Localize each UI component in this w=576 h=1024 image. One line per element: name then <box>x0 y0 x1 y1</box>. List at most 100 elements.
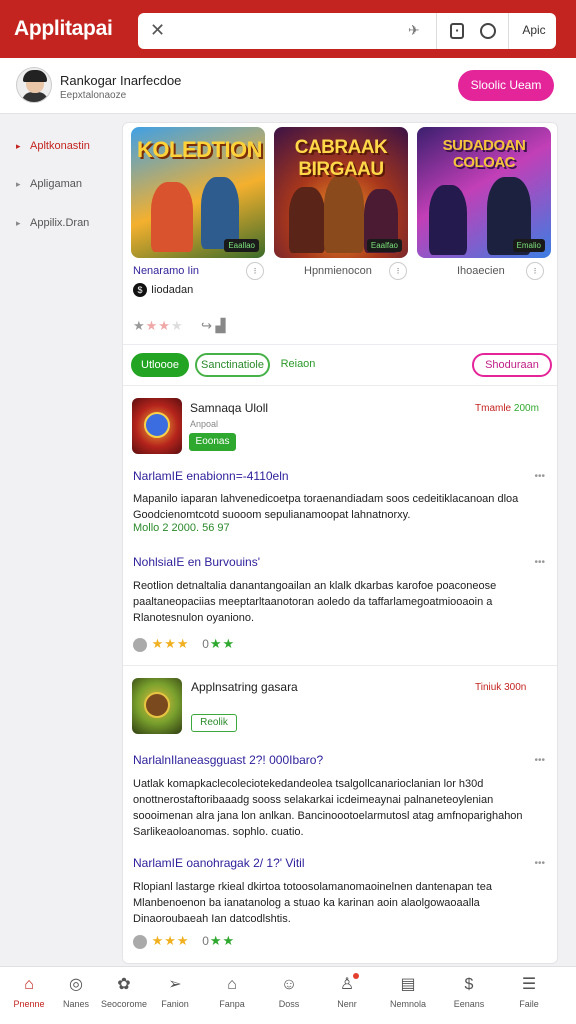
bird-icon[interactable]: ✈ <box>408 22 420 39</box>
sidebar-item-2[interactable]: ▸ Apligaman <box>16 178 82 190</box>
game-name-1[interactable]: Nenaramo Iin <box>133 265 199 277</box>
sidebar-item-label: Apligaman <box>30 178 82 190</box>
nav-item-9[interactable]: $ Eenans <box>445 975 493 1009</box>
nav-label: Fanpa <box>219 999 245 1009</box>
app-install-button[interactable]: Reolik <box>191 714 237 732</box>
leaf-icon: ✿ <box>117 976 131 993</box>
rating-count: 0 <box>202 637 210 651</box>
game-name-3[interactable]: Ihoaecien <box>457 265 505 277</box>
bottom-navigation: ⌂ Pnenne ◎ Nanes ✿ Seocorome ➢ Fanion ⌂ Fanpa… <box>0 966 576 1024</box>
share-icon[interactable]: ⁝ <box>526 262 544 280</box>
filter-pill-4[interactable]: Shoduraan <box>472 353 552 377</box>
section-heading[interactable]: NarlamIE enabionn=-4110eln <box>133 469 289 483</box>
star-icon: ★★ <box>145 318 171 333</box>
game-tile-tag: Eaallao <box>224 239 259 252</box>
filter-pill-1[interactable]: Utloooe <box>131 353 189 377</box>
user-bar: Rankogar Inarfecdoe Eepxtalonaoze Slooli… <box>0 58 576 114</box>
nav-label: Pnenne <box>13 999 45 1009</box>
nav-label: Eenans <box>453 999 485 1009</box>
circle-icon[interactable] <box>480 23 496 39</box>
nav-label: Fanion <box>161 999 189 1009</box>
game-tile-1[interactable]: KOLEDTION Eaallao <box>131 127 265 258</box>
app-rating: ★★★ 0★★ <box>133 636 235 652</box>
divider <box>123 385 557 386</box>
top-app-bar: Applitapai ✕ ✈ ▪ Apic <box>0 0 576 58</box>
thumb-icon[interactable]: ▟ <box>216 318 226 333</box>
forward-icon[interactable]: ↪ <box>201 318 212 333</box>
app-icon-2[interactable] <box>132 678 182 734</box>
search-input[interactable] <box>174 19 434 43</box>
tablet-icon[interactable]: ▪ <box>450 23 464 39</box>
main-content: KOLEDTION Eaallao CABRAAK BIRGAAU Eaalfa… <box>122 122 558 964</box>
notification-badge <box>353 973 359 979</box>
more-icon[interactable]: ••• <box>534 858 545 869</box>
section-text: Mapanilo iaparan lahvenedicoetpa toraena… <box>133 493 519 521</box>
sidebar-item-3[interactable]: ▸ Appilix.Dran <box>16 217 89 229</box>
house-outline-icon: ⌂ <box>227 976 237 993</box>
filter-pill-3[interactable]: Reiaon <box>273 353 323 377</box>
nav-item-7[interactable]: ♙ Nenr <box>323 973 371 1009</box>
sidebar-item-label: Appilix.Dran <box>30 217 90 229</box>
sidebar: ▸ Apltkonastin ▸ Apligaman ▸ Appilix.Dran <box>0 115 120 965</box>
nav-label: Faile <box>519 999 539 1009</box>
close-icon[interactable]: ✕ <box>150 20 165 41</box>
publisher-name: Iiodadan <box>151 284 194 296</box>
user-subtitle: Eepxtalonaoze <box>60 90 127 101</box>
badge-icon <box>133 637 147 652</box>
app-meta-prefix: Tiniuk <box>475 682 502 693</box>
more-icon[interactable]: ••• <box>534 755 545 766</box>
avatar[interactable] <box>16 67 52 103</box>
filter-pill-2[interactable]: Sanctinatiole <box>195 353 270 377</box>
primary-cta-button[interactable]: Sloolic Ueam <box>458 70 554 101</box>
app-title[interactable]: Samnaqa Uloll <box>190 401 268 415</box>
nav-item-4[interactable]: ➢ Fanion <box>151 975 199 1009</box>
divider <box>123 344 557 345</box>
game-name-2[interactable]: Hpnmienocon <box>304 265 372 277</box>
game-tile-3[interactable]: SUDADOAN COLOAC Emalio <box>417 127 551 258</box>
section-text: Rlopianl lastarge rkieal dkirtoa totooso… <box>133 881 492 925</box>
send-icon: ➢ <box>168 976 182 993</box>
search-bar[interactable]: ✕ ✈ ▪ Apic <box>138 13 556 49</box>
share-icon[interactable]: ⁝ <box>389 262 407 280</box>
share-icon[interactable]: ⁝ <box>246 262 264 280</box>
sidebar-item-1[interactable]: ▸ Apltkonastin <box>16 140 90 152</box>
star-icon: ★★★ <box>151 933 190 948</box>
game-art-figure <box>429 185 467 255</box>
app-install-button[interactable]: Eoonas <box>189 433 236 451</box>
nav-item-home[interactable]: ⌂ Pnenne <box>5 975 53 1009</box>
app-meta: Tiniuk 300n <box>475 682 526 693</box>
nav-item-6[interactable]: ☺ Doss <box>265 975 313 1009</box>
nav-label: Seocorome <box>100 999 148 1009</box>
avatar-body <box>22 92 48 102</box>
home-icon: ⌂ <box>24 976 34 993</box>
more-icon[interactable]: ••• <box>534 471 545 482</box>
search-divider-2 <box>508 13 509 49</box>
publisher-row: $ Iiodadan <box>133 283 193 297</box>
app-title[interactable]: Applnsatring gasara <box>191 680 298 694</box>
arrow-icon: ▸ <box>16 141 21 151</box>
nav-label: Nanes <box>62 999 89 1009</box>
featured-rating: ★★★★ <box>133 318 184 334</box>
nav-item-5[interactable]: ⌂ Fanpa <box>208 975 256 1009</box>
avatar-hair <box>23 70 47 82</box>
section-text: Reotlion detnaltalia danantangoailan an … <box>133 580 497 624</box>
apply-button[interactable]: Apic <box>514 23 554 37</box>
arrow-icon: ▸ <box>16 218 21 228</box>
game-tile-tag: Emalio <box>512 239 545 252</box>
app-icon-1[interactable] <box>132 398 182 454</box>
featured-actions: ↪ ▟ <box>201 318 226 334</box>
app-meta: Tmamle 200m <box>475 403 539 414</box>
section-heading[interactable]: NohlsiaIE en Burvouins' <box>133 555 260 569</box>
game-tile-2[interactable]: CABRAAK BIRGAAU Eaalfao <box>274 127 408 258</box>
section-heading[interactable]: NarlamIE oanohragak 2/ 1?' Vitil <box>133 856 305 870</box>
nav-item-10[interactable]: ☰ Faile <box>505 975 553 1009</box>
nav-item-3[interactable]: ✿ Seocorome <box>100 975 148 1009</box>
nav-item-2[interactable]: ◎ Nanes <box>52 975 100 1009</box>
settings-icon: ☰ <box>521 976 537 993</box>
publisher-logo-icon: $ <box>133 283 147 297</box>
nav-item-8[interactable]: ▤ Nemnola <box>384 975 432 1009</box>
section-heading[interactable]: NarlalnIlaneasgguast 2?! 000Ibaro? <box>133 753 323 767</box>
nav-label: Doss <box>278 999 300 1009</box>
game-tile-title: SUDADOAN COLOAC <box>442 137 526 171</box>
more-icon[interactable]: ••• <box>534 557 545 568</box>
